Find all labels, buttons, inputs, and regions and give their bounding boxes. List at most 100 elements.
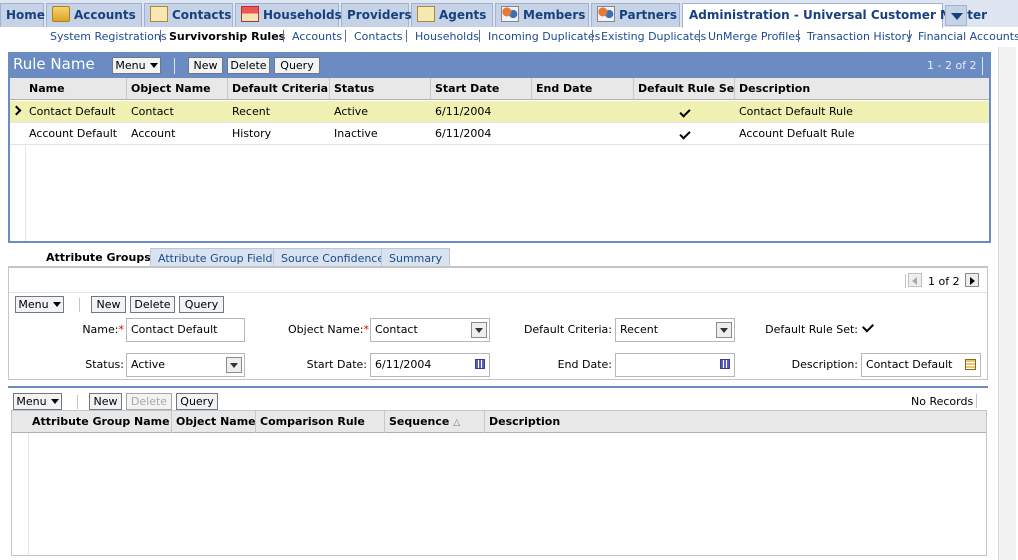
delete-button[interactable]: Delete [130, 296, 175, 313]
tab-households[interactable]: Households [235, 3, 342, 27]
delete-button[interactable]: Delete [227, 57, 270, 74]
cell-description[interactable]: Contact Default Rule [735, 101, 989, 122]
tab-summary[interactable]: Summary [381, 248, 451, 267]
subnav-contacts[interactable]: Contacts [354, 30, 403, 43]
query-button[interactable]: Query [274, 57, 320, 74]
table-row[interactable]: Account Default Account History Inactive… [10, 123, 989, 145]
sort-ascending-icon: △ [453, 418, 461, 428]
subnav-system-registrations[interactable]: System Registrations [50, 30, 167, 43]
cell-end-date[interactable] [532, 123, 634, 144]
name-field[interactable]: Contact Default [126, 318, 245, 342]
page-scrollbar[interactable] [998, 47, 1016, 560]
default-rule-set-label: Default Rule Set: [765, 323, 858, 336]
cell-object-name[interactable]: Contact [127, 101, 228, 122]
tab-attribute-groups[interactable]: Attribute Groups [8, 248, 151, 267]
column-header-attribute-group-name[interactable]: Attribute Group Name [28, 411, 172, 433]
tab-overflow-dropdown-icon[interactable] [945, 5, 967, 26]
description-field[interactable]: Contact Default [861, 353, 981, 377]
applet-header: Rule Name Menu New Delete Query 1 - 2 of… [10, 54, 989, 78]
column-header-object-name[interactable]: Object Name [172, 411, 256, 433]
tab-source-confidence[interactable]: Source Confidence [273, 248, 393, 267]
tab-providers[interactable]: Providers [341, 3, 412, 27]
dropdown-arrow-icon[interactable] [471, 322, 487, 338]
column-header-end-date[interactable]: End Date [532, 78, 634, 100]
cell-default-rule-set[interactable] [634, 123, 735, 144]
column-header-name[interactable]: Name [25, 78, 127, 100]
end-date-field[interactable] [615, 353, 735, 377]
column-header-status[interactable]: Status [330, 78, 431, 100]
detail-tab-strip: Attribute Groups Attribute Group Fields … [8, 248, 991, 267]
tab-agents[interactable]: Agents [411, 3, 493, 27]
tab-contacts[interactable]: Contacts [144, 3, 233, 27]
separator [976, 394, 977, 408]
separator [798, 30, 799, 42]
subnav-financial-accounts[interactable]: Financial Accounts [918, 30, 1018, 43]
tab-home[interactable]: Home [0, 3, 45, 27]
required-marker: * [118, 323, 125, 336]
query-button[interactable]: Query [176, 393, 218, 410]
subnav-households[interactable]: Households [415, 30, 479, 43]
menu-button[interactable]: Menu [112, 57, 161, 74]
column-header-description[interactable]: Description [735, 78, 989, 100]
subnav-survivorship-rules[interactable]: Survivorship Rules [169, 30, 285, 43]
calendar-icon[interactable] [720, 359, 730, 369]
contact-card-icon [417, 6, 435, 22]
new-button[interactable]: New [91, 296, 126, 313]
column-header-start-date[interactable]: Start Date [431, 78, 532, 100]
cell-object-name[interactable]: Account [127, 123, 228, 144]
calendar-icon[interactable] [475, 359, 485, 369]
menu-caret-icon [52, 302, 61, 307]
cell-status[interactable]: Inactive [330, 123, 431, 144]
description-label: Description: [791, 358, 858, 371]
note-editor-icon[interactable] [965, 359, 976, 370]
cell-name[interactable]: Account Default [25, 123, 127, 144]
default-rule-set-checkbox[interactable] [862, 323, 873, 334]
column-header-sequence[interactable]: Sequence △ [385, 411, 485, 433]
cell-default-criteria[interactable]: History [228, 123, 330, 144]
tab-partners[interactable]: Partners [591, 3, 680, 27]
status-select[interactable]: Active [126, 353, 245, 377]
tab-administration[interactable]: Administration - Universal Customer Mast… [682, 3, 987, 28]
attribute-grid-header: Attribute Group Name Object Name Compari… [12, 411, 986, 433]
subnav-transaction-history[interactable]: Transaction History [807, 30, 913, 43]
previous-record-button[interactable] [908, 273, 922, 287]
tab-label: Contacts [172, 8, 232, 22]
cell-start-date[interactable]: 6/11/2004 [431, 123, 532, 144]
cell-status[interactable]: Active [330, 101, 431, 122]
tab-accounts[interactable]: Accounts [46, 3, 142, 27]
separator [77, 395, 78, 409]
default-criteria-select[interactable]: Recent [615, 318, 735, 342]
subnav-existing-duplicates[interactable]: Existing Duplicates [601, 30, 706, 43]
subnav-accounts[interactable]: Accounts [292, 30, 342, 43]
subnav-unmerge-profiles[interactable]: UnMerge Profiles [708, 30, 801, 43]
new-button[interactable]: New [188, 57, 223, 74]
query-button[interactable]: Query [179, 296, 224, 313]
start-date-field[interactable]: 6/11/2004 [370, 353, 490, 377]
default-criteria-label: Default Criteria: [523, 323, 612, 336]
record-pager: 1 of 2 [928, 275, 960, 288]
object-name-select[interactable]: Contact [370, 318, 490, 342]
dropdown-arrow-icon[interactable] [226, 357, 242, 373]
dropdown-arrow-icon[interactable] [716, 322, 732, 338]
cell-description[interactable]: Account Defualt Rule [735, 123, 989, 144]
column-header-default-rule-set[interactable]: Default Rule Set [634, 78, 735, 100]
cell-end-date[interactable] [532, 101, 634, 122]
cell-start-date[interactable]: 6/11/2004 [431, 101, 532, 122]
cell-default-criteria[interactable]: Recent [228, 101, 330, 122]
column-header-default-criteria[interactable]: Default Criteria [228, 78, 330, 100]
column-header-description[interactable]: Description [485, 411, 986, 433]
header-label: Sequence [389, 415, 450, 428]
cell-default-rule-set[interactable] [634, 101, 735, 122]
menu-button[interactable]: Menu [13, 393, 62, 410]
column-header-comparison-rule[interactable]: Comparison Rule [256, 411, 385, 433]
start-date-label: Start Date: [306, 358, 367, 371]
tab-members[interactable]: Members [495, 3, 589, 27]
menu-button[interactable]: Menu [15, 296, 64, 313]
tab-attribute-group-fields[interactable]: Attribute Group Fields [150, 248, 287, 267]
next-record-button[interactable] [965, 273, 979, 287]
cell-name[interactable]: Contact Default [25, 101, 127, 122]
table-row[interactable]: Contact Default Contact Recent Active 6/… [10, 101, 989, 123]
subnav-incoming-duplicates[interactable]: Incoming Duplicates [488, 30, 600, 43]
new-button[interactable]: New [89, 393, 122, 410]
column-header-object-name[interactable]: Object Name [127, 78, 228, 100]
